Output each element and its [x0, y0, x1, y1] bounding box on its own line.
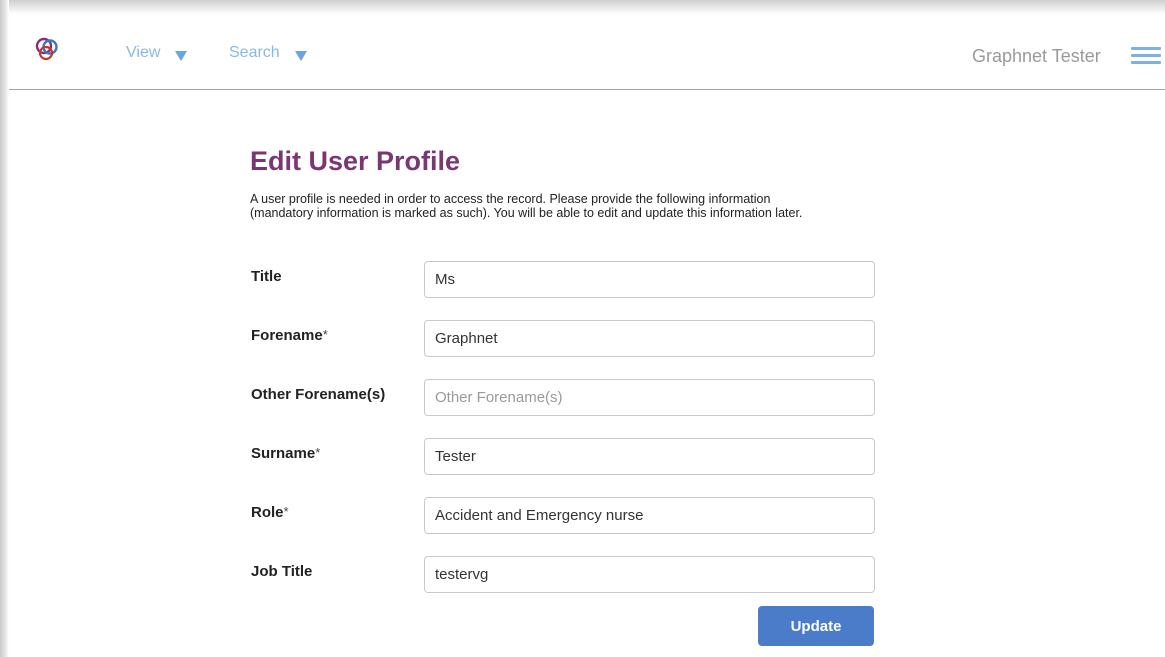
app-window: View Search Graphnet Tester Edit User Pr…: [0, 0, 1165, 657]
top-navigation-bar: View Search Graphnet Tester: [9, 14, 1165, 90]
intro-text: A user profile is needed in order to acc…: [250, 192, 890, 220]
required-marker: *: [315, 445, 321, 460]
graphnet-logo-icon[interactable]: [34, 36, 60, 62]
title-label-text: Title: [251, 268, 282, 285]
surname-label-text: Surname: [251, 445, 316, 462]
job-title-input[interactable]: [424, 556, 875, 593]
required-marker: *: [283, 504, 289, 519]
job-title-label-text: Job Title: [251, 563, 313, 580]
forename-input[interactable]: [424, 320, 875, 357]
caret-down-icon: [175, 51, 188, 61]
window-shadow-top: [0, 0, 1165, 14]
surname-input[interactable]: [424, 438, 875, 475]
forename-label-text: Forename: [251, 327, 323, 344]
role-input[interactable]: [424, 497, 875, 534]
nav-search-dropdown[interactable]: Search: [229, 42, 307, 64]
intro-line-2: (mandatory information is marked as such…: [250, 206, 803, 220]
role-label-text: Role: [251, 504, 284, 521]
surname-label: Surname*: [251, 445, 320, 462]
caret-down-icon: [294, 51, 307, 61]
title-input[interactable]: [424, 261, 875, 298]
update-button[interactable]: Update: [758, 606, 874, 646]
nav-view-label: View: [126, 44, 161, 61]
nav-search-label: Search: [229, 44, 280, 61]
page-title: Edit User Profile: [250, 146, 461, 176]
other-forenames-input[interactable]: [424, 379, 875, 416]
other-forenames-label-text: Other Forename(s): [251, 386, 386, 403]
required-marker: *: [322, 327, 328, 342]
intro-line-1: A user profile is needed in order to acc…: [250, 192, 771, 206]
role-label: Role*: [251, 504, 289, 521]
hamburger-menu-icon[interactable]: [1131, 47, 1161, 65]
job-title-label: Job Title: [251, 563, 312, 580]
forename-label: Forename*: [251, 327, 328, 344]
current-user-name[interactable]: Graphnet Tester: [972, 46, 1101, 67]
title-label: Title: [251, 268, 282, 285]
nav-view-dropdown[interactable]: View: [126, 42, 188, 64]
other-forenames-label: Other Forename(s): [251, 386, 385, 403]
window-shadow-left: [0, 0, 9, 657]
